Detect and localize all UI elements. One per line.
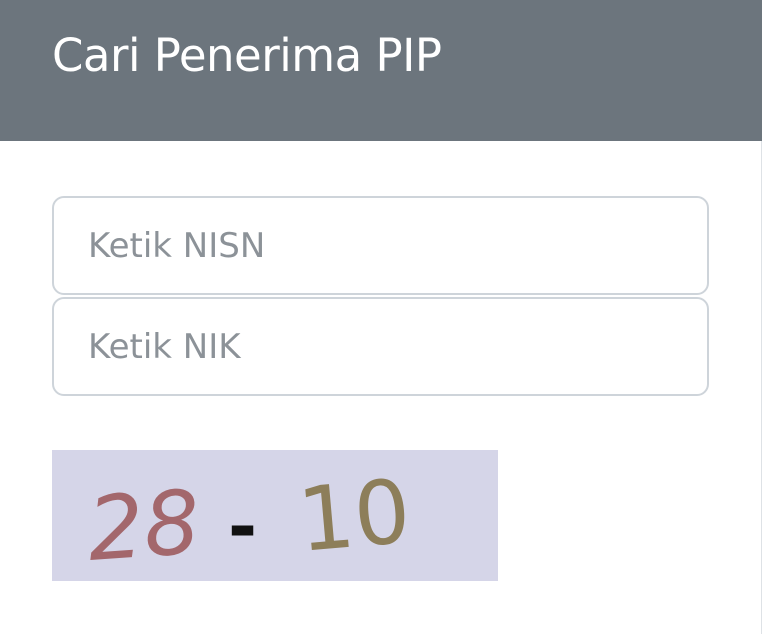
captcha-part-2: - xyxy=(228,486,257,568)
captcha-part-1: 28 xyxy=(84,470,203,581)
nik-input[interactable] xyxy=(52,297,709,396)
nisn-input[interactable] xyxy=(52,196,709,295)
captcha-part-3: 10 xyxy=(294,460,415,572)
page-title: Cari Penerima PIP xyxy=(52,29,442,82)
search-card: Cari Penerima PIP 28 - 10 xyxy=(0,0,762,634)
captcha-image: 28 - 10 xyxy=(52,450,498,581)
captcha-graphic: 28 - 10 xyxy=(52,450,498,581)
card-header: Cari Penerima PIP xyxy=(0,0,762,141)
